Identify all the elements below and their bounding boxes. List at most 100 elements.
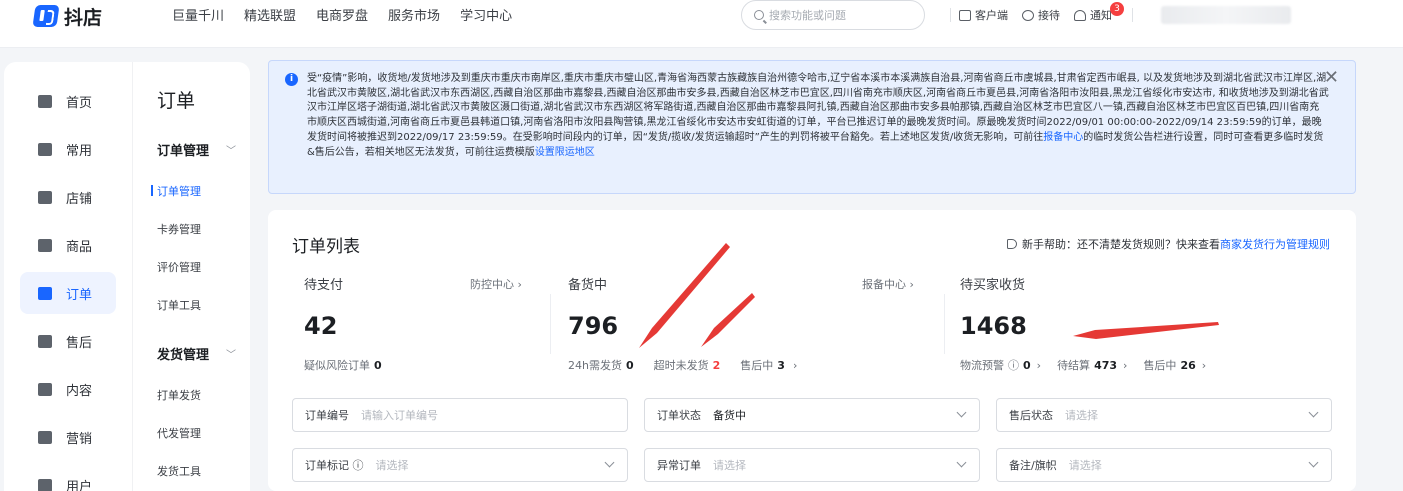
sub-value[interactable]: 0	[1023, 359, 1031, 372]
abnormal-order-select[interactable]: 异常订单 请选择	[644, 448, 980, 482]
field-placeholder: 请选择	[375, 459, 409, 472]
help-rules-link[interactable]: 商家发货行为管理规则	[1220, 236, 1330, 252]
chevron-right-icon[interactable]: ›	[1037, 359, 1041, 372]
speaker-icon	[1007, 239, 1017, 249]
subnav-item-dropship[interactable]: 代发管理	[157, 425, 201, 441]
risk-center-link[interactable]: 防控中心 ›	[470, 276, 522, 292]
field-placeholder: 请输入订单编号	[361, 409, 438, 422]
sidebar-item-label: 用户	[66, 479, 93, 491]
divider	[944, 294, 945, 354]
sidebar-item-label: 首页	[66, 95, 93, 111]
product-icon	[38, 238, 52, 252]
notify-button[interactable]: 通知 3	[1074, 2, 1124, 23]
notify-label: 通知	[1090, 9, 1112, 22]
subnav-item-review[interactable]: 评价管理	[157, 259, 201, 275]
sub-value[interactable]: 26	[1180, 359, 1195, 372]
sub-value[interactable]: 0	[374, 359, 382, 372]
sub-value[interactable]: 473	[1094, 359, 1117, 372]
stat-pending-pay[interactable]: 待支付 防控中心 › 42 疑似风险订单 0	[304, 274, 534, 372]
sub-label: 物流预警	[960, 359, 1004, 372]
topnav-item[interactable]: 电商罗盘	[316, 5, 368, 24]
marketing-icon	[38, 430, 52, 444]
sidebar-item-marketing[interactable]: 营销	[20, 416, 116, 458]
headset-icon	[1022, 9, 1034, 21]
subnav-item-order-tools[interactable]: 订单工具	[157, 297, 201, 313]
topnav-item[interactable]: 学习中心	[460, 5, 512, 24]
stat-value: 42	[304, 312, 338, 340]
sidebar-item-product[interactable]: 商品	[20, 224, 116, 266]
help-circle-icon[interactable]: ⓘ	[353, 459, 364, 472]
reception-button[interactable]: 接待	[1022, 7, 1060, 23]
sub-value[interactable]: 0	[626, 359, 634, 372]
apps-icon	[38, 142, 52, 156]
sidebar-item-label: 订单	[66, 287, 93, 303]
stat-stocking[interactable]: 备货中 报备中心 › 796 24h需发货 0 超时未发货 2 售后中 3 ›	[568, 274, 928, 372]
logo[interactable]: 抖店	[32, 4, 103, 29]
subnav-group-order[interactable]: 订单管理	[157, 140, 209, 159]
report-center-link[interactable]: 报备中心 ›	[862, 276, 914, 292]
stat-awaiting-receipt[interactable]: 待买家收货 1468 物流预警 ⓘ 0 › 待结算 473 › 售后中 26 ›	[960, 274, 1320, 372]
home-icon	[38, 94, 52, 108]
subnav-item-coupon[interactable]: 卡券管理	[157, 221, 201, 237]
order-number-field[interactable]: 订单编号 请输入订单编号	[292, 398, 628, 432]
order-mark-select[interactable]: 订单标记 ⓘ 请选择	[292, 448, 628, 482]
chevron-right-icon[interactable]: ›	[1202, 359, 1206, 372]
help-circle-icon[interactable]: ⓘ	[1008, 357, 1019, 373]
order-status-select[interactable]: 订单状态 备货中	[644, 398, 980, 432]
app-name: 抖店	[64, 6, 103, 29]
search-placeholder: 搜索功能或问题	[769, 9, 846, 22]
sidebar-item-shop[interactable]: 店铺	[20, 176, 116, 218]
subnav-title: 订单	[157, 90, 196, 112]
topnav-item[interactable]: 服务市场	[388, 5, 440, 24]
sidebar-item-aftersale[interactable]: 售后	[20, 320, 116, 362]
close-icon[interactable]: ✕	[1324, 67, 1339, 88]
field-placeholder: 请选择	[1068, 459, 1102, 472]
download-icon	[959, 9, 971, 21]
chevron-down-icon[interactable]: ﹀	[226, 346, 236, 361]
chevron-down-icon	[1308, 407, 1319, 418]
sidebar-item-label: 营销	[66, 431, 93, 447]
user-menu[interactable]	[1161, 6, 1291, 24]
notice-text: 受“疫情”影响，收货地/发货地涉及到重庆市重庆市南岸区,重庆市重庆市璧山区,青海…	[307, 72, 1329, 160]
field-label: 售后状态	[1009, 409, 1053, 422]
sub-value[interactable]: 3	[777, 359, 785, 372]
field-label: 备注/旗帜	[1009, 459, 1057, 472]
field-placeholder: 请选择	[1065, 409, 1098, 422]
sidebar-item-order[interactable]: 订单	[20, 272, 116, 314]
subnav-item-ship-tools[interactable]: 发货工具	[157, 463, 201, 479]
chevron-right-icon[interactable]: ›	[793, 359, 797, 372]
chevron-down-icon	[604, 457, 615, 468]
logo-icon	[32, 5, 60, 27]
user-icon	[38, 478, 52, 491]
stat-value: 796	[568, 312, 619, 340]
restrict-region-link[interactable]: 设置限运地区	[535, 147, 595, 158]
topnav-item[interactable]: 巨量千川	[172, 5, 224, 24]
chevron-down-icon[interactable]: ﹀	[226, 142, 236, 157]
sidebar-item-label: 内容	[66, 383, 93, 399]
bell-icon	[1074, 9, 1086, 21]
chevron-right-icon[interactable]: ›	[1123, 359, 1127, 372]
sidebar-item-label: 商品	[66, 239, 93, 255]
subnav-item-order-manage[interactable]: 订单管理	[151, 183, 201, 199]
sidebar-item-home[interactable]: 首页	[20, 80, 116, 122]
epidemic-notice: i 受“疫情”影响，收货地/发货地涉及到重庆市重庆市南岸区,重庆市重庆市璧山区,…	[268, 60, 1356, 194]
report-center-link[interactable]: 报备中心	[1043, 132, 1083, 143]
chevron-down-icon	[956, 457, 967, 468]
sub-value[interactable]: 2	[713, 359, 721, 372]
order-list-card: 订单列表 新手帮助：还不清楚发货规则？快来查看 商家发货行为管理规则 待支付 防控…	[268, 210, 1356, 491]
search-input[interactable]: 搜索功能或问题	[741, 0, 925, 30]
stat-sub: 24h需发货 0 超时未发货 2 售后中 3 ›	[568, 357, 797, 373]
subnav-item-print-ship[interactable]: 打单发货	[157, 387, 201, 403]
sidebar-item-label: 售后	[66, 335, 93, 351]
topnav-item[interactable]: 精选联盟	[244, 5, 296, 24]
client-button[interactable]: 客户端	[959, 7, 1008, 23]
sidebar-item-content[interactable]: 内容	[20, 368, 116, 410]
sidebar-item-user[interactable]: 用户	[20, 464, 116, 491]
reception-label: 接待	[1038, 9, 1060, 22]
sidebar-item-common[interactable]: 常用	[20, 128, 116, 170]
field-label: 订单标记 ⓘ	[305, 459, 364, 472]
help-text: 新手帮助：还不清楚发货规则？快来查看	[1022, 238, 1220, 251]
subnav-group-shipping[interactable]: 发货管理	[157, 344, 209, 363]
aftersale-status-select[interactable]: 售后状态 请选择	[996, 398, 1332, 432]
remark-flag-select[interactable]: 备注/旗帜 请选择	[996, 448, 1332, 482]
